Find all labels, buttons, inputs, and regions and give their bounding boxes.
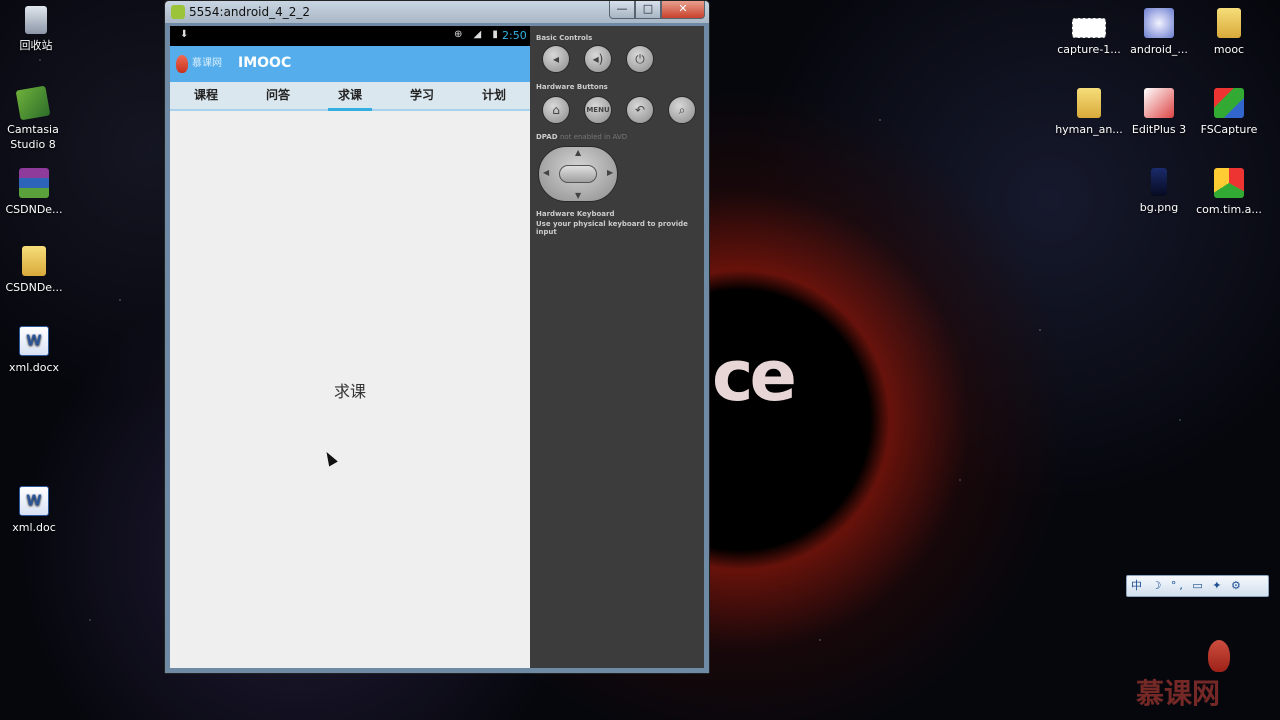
desktop-icon-label: FSCapture <box>1200 123 1258 136</box>
desktop-icon-editplus[interactable]: EditPlus 3 <box>1123 88 1195 137</box>
apk-icon <box>1214 168 1244 198</box>
folder-icon <box>22 246 46 276</box>
desktop-icon-xml-docx[interactable]: xml.docx <box>0 326 70 375</box>
power-icon[interactable]: ⏻ <box>626 45 654 73</box>
tab-bar: 课程 问答 求课 学习 计划 <box>170 82 530 111</box>
dpad-up-icon[interactable]: ▲ <box>575 148 581 157</box>
page-content-text: 求课 <box>333 382 366 401</box>
desktop-icon-label: Camtasia Studio 8 <box>7 123 59 151</box>
desktop-icon-camtasia[interactable]: Camtasia Studio 8 <box>0 85 69 152</box>
desktop-icon-label: EditPlus 3 <box>1131 123 1187 136</box>
status-time: 2:50 <box>502 29 527 42</box>
desktop-icon-label: CSDNDe... <box>5 203 63 216</box>
capture-image-icon <box>1072 18 1106 38</box>
desktop-icon-mooc[interactable]: mooc <box>1193 8 1265 57</box>
desktop-icon-label: 回收站 <box>19 39 53 52</box>
download-icon: ⬇ <box>180 29 189 40</box>
volume-down-icon[interactable]: ◂ <box>542 45 570 73</box>
status-bar: ⬇ ⊕ ◢ ▮ 2:50 <box>170 26 530 46</box>
dpad-label: DPAD <box>536 133 558 141</box>
word-doc-icon <box>19 326 49 356</box>
emulator-controls-panel: Basic Controls ◂ ◂) ⏻ Hardware Buttons ⌂… <box>530 26 704 668</box>
tab-courses[interactable]: 课程 <box>170 82 242 109</box>
word-doc-icon <box>19 486 49 516</box>
dpad-left-icon[interactable]: ◀ <box>543 168 549 177</box>
tab-request-course[interactable]: 求课 <box>314 82 386 111</box>
emulator-window[interactable]: 5554:android_4_2_2 — □ ✕ ⬇ ⊕ ◢ ▮ 2:50 慕课… <box>164 0 710 674</box>
desktop-icon-hyman[interactable]: hyman_an... <box>1053 88 1125 137</box>
desktop-icon-label: capture-1... <box>1057 43 1121 56</box>
imooc-logo-icon <box>176 55 188 73</box>
close-button[interactable]: ✕ <box>661 1 705 19</box>
wallpaper-decoration: ce <box>712 335 797 417</box>
desktop-icon-apk[interactable]: com.tim.a... <box>1193 168 1265 217</box>
desktop-icon-bg-png[interactable]: bg.png <box>1123 168 1195 215</box>
desktop-icon-label: xml.docx <box>8 361 60 374</box>
ime-toolbar[interactable]: 中 ☽ °, ▭ ✦ ⚙ <box>1126 575 1269 597</box>
window-titlebar[interactable]: 5554:android_4_2_2 — □ ✕ <box>165 1 709 23</box>
desktop-icon-csdn-folder[interactable]: CSDNDe... <box>0 246 70 295</box>
window-title: 5554:android_4_2_2 <box>189 5 311 19</box>
maximize-button[interactable]: □ <box>635 1 661 19</box>
folder-icon <box>1077 88 1101 118</box>
desktop-icon-recycle-bin[interactable]: 回收站 <box>0 6 72 53</box>
desktop-icon-fscapture[interactable]: FSCapture <box>1193 88 1265 137</box>
hardware-keyboard-title: Hardware Keyboard <box>536 210 615 218</box>
desktop-icon-label: CSDNDe... <box>5 281 63 294</box>
hardware-buttons-title: Hardware Buttons <box>536 83 608 91</box>
android-screen[interactable]: ⬇ ⊕ ◢ ▮ 2:50 慕课网 IMOOC 课程 问答 求课 学习 计划 求课 <box>170 26 530 668</box>
android-shortcut-icon <box>1144 8 1174 38</box>
imooc-watermark-icon <box>1208 640 1230 672</box>
png-file-icon <box>1151 168 1167 196</box>
hardware-keyboard-description: Use your physical keyboard to provide in… <box>536 220 688 236</box>
dpad-title: DPAD not enabled in AVD <box>536 133 627 141</box>
volume-up-icon[interactable]: ◂) <box>584 45 612 73</box>
dpad-note: not enabled in AVD <box>559 133 628 141</box>
desktop-icon-label: hyman_an... <box>1055 123 1123 136</box>
dpad-down-icon[interactable]: ▼ <box>575 191 581 200</box>
back-icon[interactable]: ↶ <box>626 96 654 124</box>
basic-controls-title: Basic Controls <box>536 34 593 42</box>
desktop-icon-android-shortcut[interactable]: android_... <box>1123 8 1195 57</box>
desktop-icon-csdn-archive[interactable]: CSDNDe... <box>0 168 70 217</box>
fscapture-icon <box>1214 88 1244 118</box>
menu-button[interactable]: MENU <box>584 96 612 124</box>
winrar-icon <box>19 168 49 198</box>
minimize-button[interactable]: — <box>609 1 635 19</box>
logo-text: 慕课网 <box>192 58 222 69</box>
recycle-bin-icon <box>25 6 47 34</box>
desktop-icon-label: mooc <box>1213 43 1245 56</box>
desktop-icon-label: xml.doc <box>12 521 56 534</box>
home-icon[interactable]: ⌂ <box>542 96 570 124</box>
desktop-icon-capture[interactable]: capture-1... <box>1053 8 1125 57</box>
dpad-control[interactable]: ▲ ▼ ◀ ▶ <box>538 146 618 202</box>
status-icons: ⊕ ◢ ▮ <box>454 29 502 40</box>
editplus-icon <box>1144 88 1174 118</box>
desktop-icon-label: bg.png <box>1139 201 1179 214</box>
app-title: IMOOC <box>238 55 292 71</box>
android-icon <box>171 5 185 19</box>
dpad-center-button[interactable] <box>559 165 597 183</box>
desktop-icon-label: android_... <box>1130 43 1188 56</box>
desktop-icon-xml-doc[interactable]: xml.doc <box>0 486 70 535</box>
tab-plan[interactable]: 计划 <box>458 82 530 109</box>
camtasia-icon <box>15 85 51 121</box>
desktop-icon-label: com.tim.a... <box>1196 203 1262 216</box>
tab-qa[interactable]: 问答 <box>242 82 314 109</box>
folder-icon <box>1217 8 1241 38</box>
action-bar: 慕课网 IMOOC <box>170 46 530 82</box>
search-icon[interactable]: ⌕ <box>668 96 696 124</box>
watermark-text: 慕课网 <box>1136 677 1221 710</box>
tab-study[interactable]: 学习 <box>386 82 458 109</box>
dpad-right-icon[interactable]: ▶ <box>607 168 613 177</box>
